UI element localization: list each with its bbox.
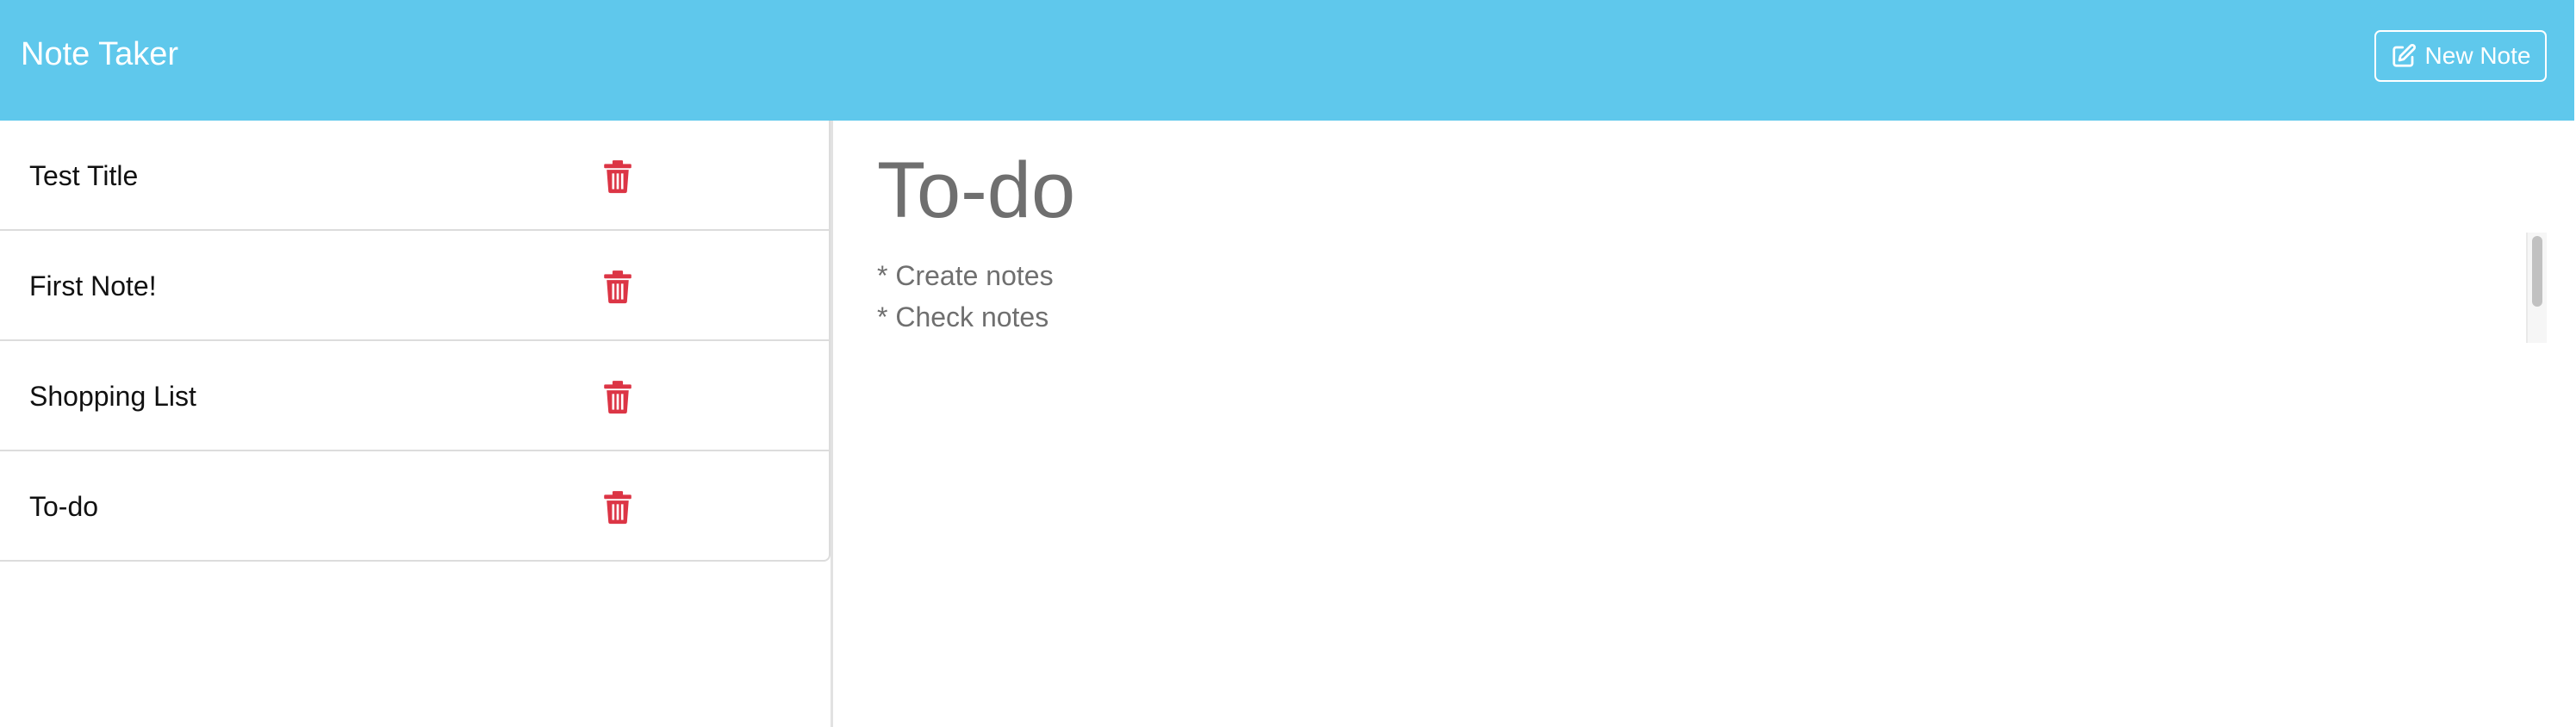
app-title[interactable]: Note Taker	[21, 33, 178, 76]
trash-icon[interactable]	[603, 159, 632, 194]
note-list: Test Title First Note! Shopping List To-…	[0, 121, 831, 562]
note-list-item-title: To-do	[29, 491, 99, 522]
note-list-item-title: Test Title	[29, 160, 139, 191]
textarea-scrollbar[interactable]	[2526, 233, 2547, 343]
note-textarea[interactable]: * Create notes * Check notes	[877, 255, 2523, 343]
new-note-label: New Note	[2424, 42, 2531, 69]
scrollbar-thumb[interactable]	[2532, 236, 2542, 307]
navbar: Note Taker New Note	[0, 0, 2574, 121]
note-list-item-title: First Note!	[29, 270, 157, 301]
note-list-item[interactable]: Test Title	[0, 121, 831, 231]
new-note-button[interactable]: New Note	[2374, 30, 2547, 82]
note-list-item-title: Shopping List	[29, 381, 196, 412]
note-title-input[interactable]: To-do	[877, 143, 2514, 238]
note-list-item[interactable]: To-do	[0, 451, 831, 562]
trash-icon[interactable]	[603, 380, 632, 414]
note-list-item[interactable]: First Note!	[0, 231, 831, 341]
trash-icon[interactable]	[603, 490, 632, 525]
edit-icon	[2391, 43, 2417, 69]
trash-icon[interactable]	[603, 270, 632, 304]
note-list-item[interactable]: Shopping List	[0, 341, 831, 451]
panel-divider	[831, 121, 833, 727]
